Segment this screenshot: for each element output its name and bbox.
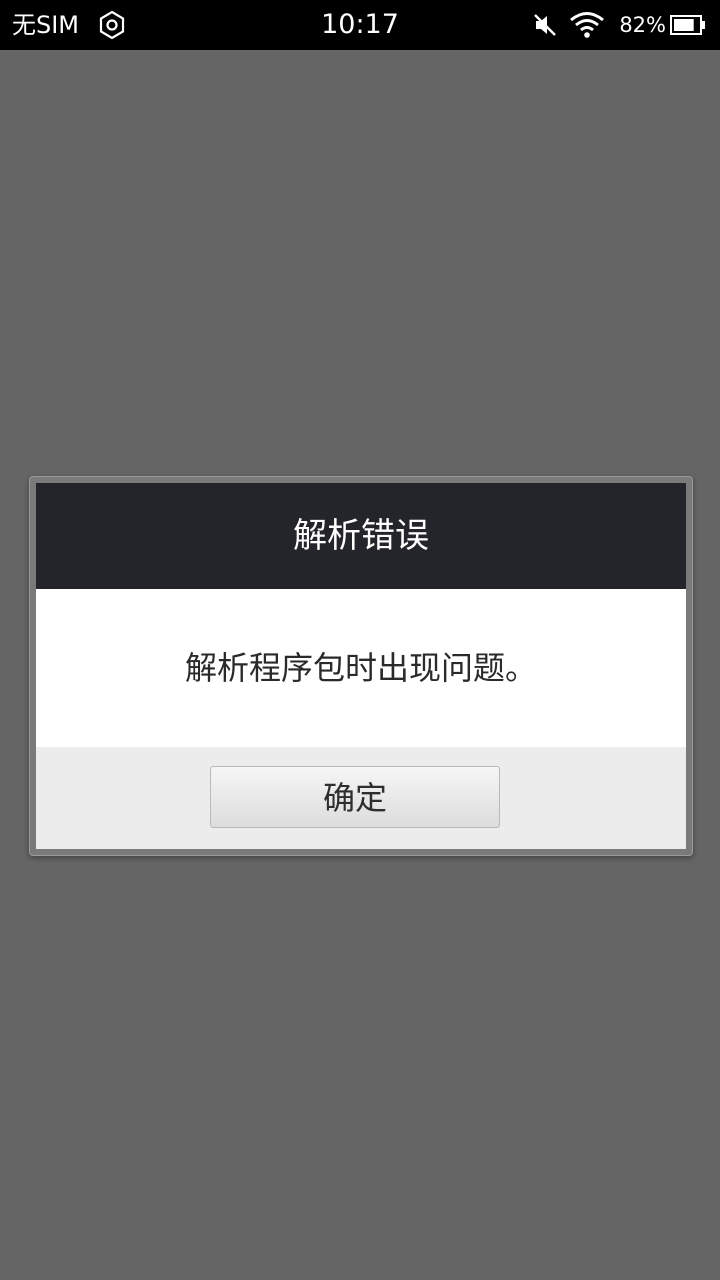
- status-bar: 无SIM 10:17 82%: [0, 0, 720, 50]
- dialog-message: 解析程序包时出现问题。: [36, 589, 686, 747]
- wifi-icon: [569, 11, 605, 39]
- dialog-title: 解析错误: [36, 483, 686, 589]
- battery-percent: 82%: [619, 13, 666, 37]
- status-right: 82%: [531, 0, 706, 50]
- battery-icon: [670, 14, 706, 36]
- mute-icon: [531, 11, 559, 39]
- carrier-label: 无SIM: [12, 11, 80, 39]
- error-dialog: 解析错误 解析程序包时出现问题。 确定: [29, 476, 693, 856]
- hexagon-settings-icon: [97, 10, 127, 40]
- ok-button[interactable]: 确定: [210, 766, 500, 828]
- battery-fill: [674, 19, 694, 31]
- dialog-footer: 确定: [36, 747, 686, 849]
- dialog-panel: 解析错误 解析程序包时出现问题。 确定: [36, 483, 686, 849]
- status-left: 无SIM: [12, 0, 127, 50]
